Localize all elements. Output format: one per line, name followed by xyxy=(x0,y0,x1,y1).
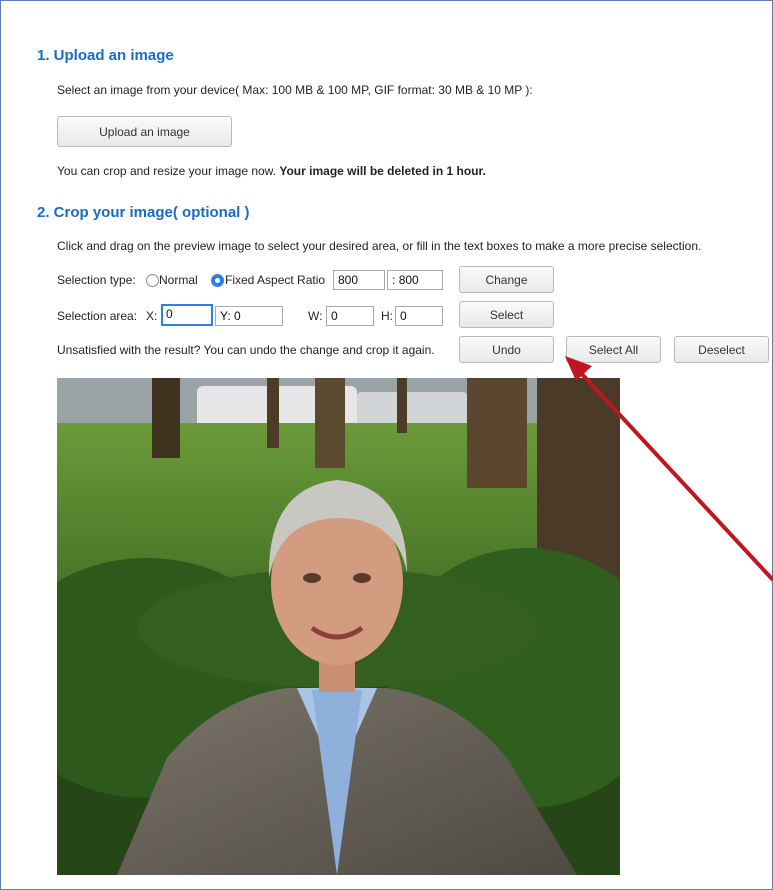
arrow-shaft xyxy=(578,370,773,582)
annotation-arrow xyxy=(565,356,773,582)
arrow-head xyxy=(565,356,592,381)
